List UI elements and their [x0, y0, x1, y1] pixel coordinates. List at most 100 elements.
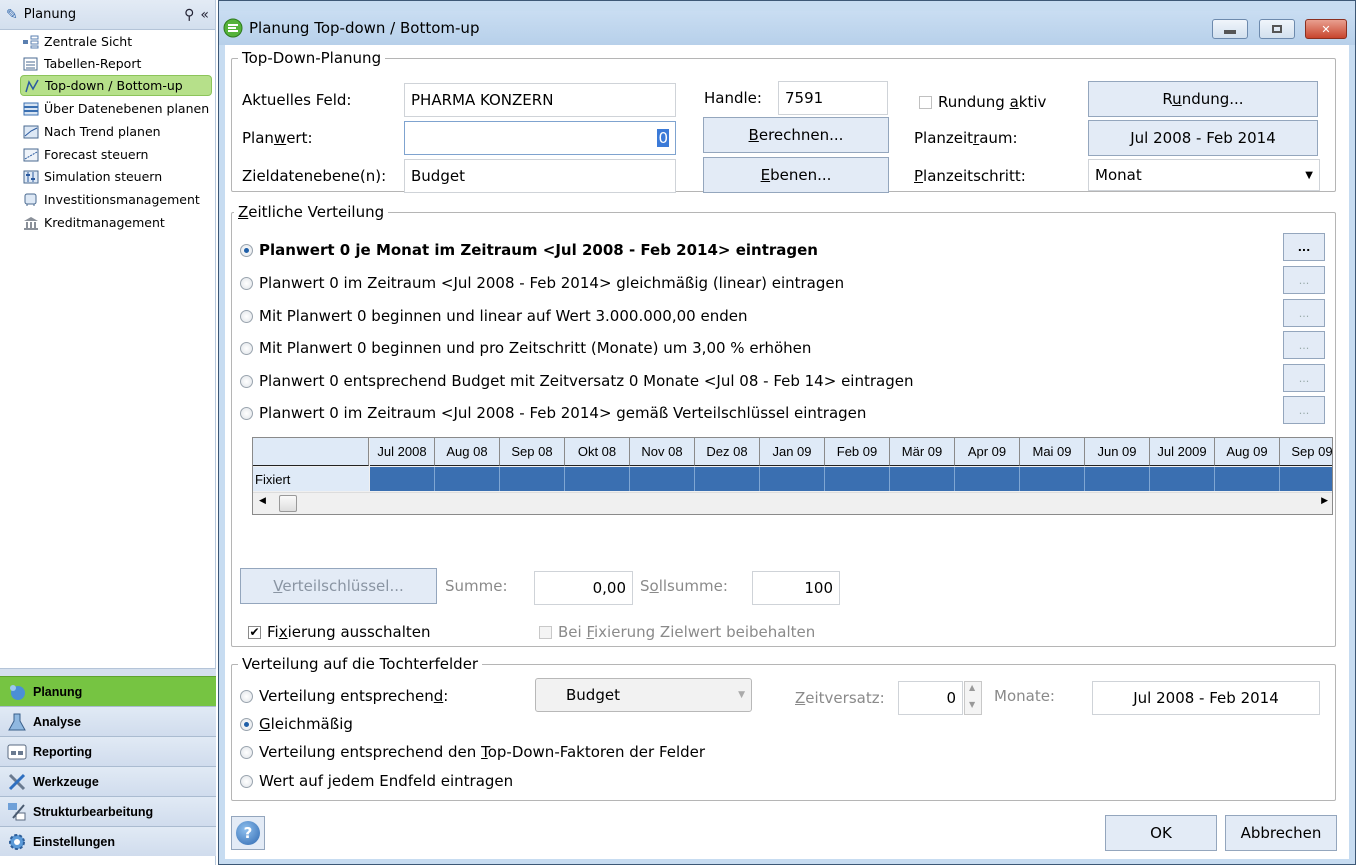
grid-cell-fixiert[interactable]	[1280, 467, 1332, 491]
planzeitschritt-select[interactable]: Monat ▼	[1088, 159, 1320, 191]
report-icon	[6, 741, 28, 763]
zieldatenebene-field[interactable]: Budget	[404, 159, 676, 193]
nav-label: Einstellungen	[33, 834, 115, 849]
grid-cell-fixiert[interactable]	[1020, 467, 1085, 491]
minimize-icon	[1224, 30, 1236, 34]
flask-icon	[6, 711, 28, 733]
zeitversatz-field[interactable]: 0	[898, 681, 963, 715]
ebenen-button[interactable]: Ebenen...	[703, 157, 889, 193]
planzeitraum-button[interactable]: Jul 2008 - Feb 2014	[1088, 120, 1318, 156]
option-label: Gleichmäßig	[259, 715, 353, 733]
fixierung-ausschalten-checkbox[interactable]: ✔ Fixierung ausschalten	[248, 623, 431, 641]
table-report-icon	[23, 57, 39, 71]
help-button[interactable]: ?	[231, 816, 265, 850]
grid-cell-fixiert[interactable]	[955, 467, 1020, 491]
sidebar-item-zentrale-sicht[interactable]: Zentrale Sicht	[20, 31, 212, 52]
checkbox-icon	[919, 95, 932, 109]
spin-down-icon[interactable]: ▼	[969, 700, 975, 709]
search-icon[interactable]: ⚲	[184, 7, 194, 23]
zeit-option-5[interactable]: Planwert 0 im Zeitraum <Jul 2008 - Feb 2…	[240, 404, 866, 422]
sidebar-item-forecast[interactable]: Forecast steuern	[20, 144, 212, 165]
nav-reporting[interactable]: Reporting	[0, 736, 216, 766]
sidebar-item-top-down[interactable]: Top-down / Bottom-up	[20, 75, 212, 96]
grid-column-header: Jul 2009	[1150, 438, 1215, 466]
sidebar-item-label: Über Datenebenen planen	[44, 101, 210, 116]
grid-cell-fixiert[interactable]	[825, 467, 890, 491]
grid-cell-fixiert[interactable]	[1215, 467, 1280, 491]
grid-cell-fixiert[interactable]	[1085, 467, 1150, 491]
title-bar[interactable]: Planung Top-down / Bottom-up ✕	[219, 11, 1355, 45]
tochter-option-0[interactable]: Verteilung entsprechend:	[240, 687, 448, 705]
grid-column-header: Aug 09	[1215, 438, 1280, 466]
grid-row-label: Fixiert	[253, 467, 369, 491]
berechnen-button[interactable]: Berechnen...	[703, 117, 889, 153]
zeit-option-4[interactable]: Planwert 0 entsprechend Budget mit Zeitv…	[240, 372, 913, 390]
maximize-button[interactable]	[1259, 19, 1295, 39]
scroll-right-icon[interactable]: ▶	[1321, 496, 1328, 506]
radio-selected-icon	[240, 243, 253, 257]
grid-cell-fixiert[interactable]	[630, 467, 695, 491]
top-down-icon	[24, 79, 40, 93]
spin-up-icon[interactable]: ▲	[969, 683, 975, 692]
aktuelles-feld-field[interactable]: PHARMA KONZERN	[404, 83, 676, 117]
summe-field[interactable]: 0,00	[534, 571, 633, 605]
help-icon: ?	[236, 821, 260, 845]
sidebar-item-investition[interactable]: Investitionsmanagement	[20, 189, 212, 210]
handle-field[interactable]: 7591	[778, 81, 888, 115]
radio-icon	[240, 406, 253, 420]
collapse-icon[interactable]: «	[200, 7, 209, 23]
planwert-field[interactable]: 0	[404, 121, 676, 155]
grid-cell-fixiert[interactable]	[695, 467, 760, 491]
tochter-option-2[interactable]: Verteilung entsprechend den Top-Down-Fak…	[240, 743, 705, 761]
option-5-settings-button[interactable]: ...	[1283, 396, 1325, 424]
grid-column-header: Mai 09	[1020, 438, 1085, 466]
grid-cell-fixiert[interactable]	[435, 467, 500, 491]
grid-cell-fixiert[interactable]	[500, 467, 565, 491]
monate-range-field[interactable]: Jul 2008 - Feb 2014	[1092, 681, 1320, 715]
minimize-button[interactable]	[1212, 19, 1248, 39]
sollsumme-field[interactable]: 100	[752, 571, 840, 605]
tochter-option-1[interactable]: Gleichmäßig	[240, 715, 353, 733]
grid-cell-fixiert[interactable]	[1150, 467, 1215, 491]
nav-planung[interactable]: Planung	[0, 676, 216, 706]
nav-werkzeuge[interactable]: Werkzeuge	[0, 766, 216, 796]
option-0-settings-button[interactable]: ...	[1283, 233, 1325, 261]
sidebar-item-simulation[interactable]: Simulation steuern	[20, 166, 212, 187]
scroll-thumb[interactable]	[279, 495, 297, 512]
sidebar: ✎ Planung ⚲ « Zentrale Sicht Tabellen-Re…	[0, 0, 216, 865]
verteilung-dropdown[interactable]: Budget ▼	[535, 678, 752, 712]
grid-cell-fixiert[interactable]	[565, 467, 630, 491]
sidebar-item-trend[interactable]: Nach Trend planen	[20, 121, 212, 142]
tochter-option-3[interactable]: Wert auf jedem Endfeld eintragen	[240, 772, 513, 790]
verteilschluessel-button[interactable]: Verteilschlüssel...	[240, 568, 437, 604]
nav-strukturbearbeitung[interactable]: Strukturbearbeitung	[0, 796, 216, 826]
close-button[interactable]: ✕	[1305, 19, 1347, 39]
option-2-settings-button[interactable]: ...	[1283, 299, 1325, 327]
ok-button[interactable]: OK	[1105, 815, 1217, 851]
zeit-option-0[interactable]: Planwert 0 je Monat im Zeitraum <Jul 200…	[240, 241, 818, 259]
cancel-button[interactable]: Abbrechen	[1225, 815, 1337, 851]
radio-icon	[240, 341, 253, 355]
zeitversatz-spinner[interactable]: ▲ ▼	[964, 681, 982, 715]
option-4-settings-button[interactable]: ...	[1283, 364, 1325, 392]
zielwert-beibehalten-checkbox[interactable]: Bei Fixierung Zielwert beibehalten	[539, 623, 815, 641]
zeit-option-2[interactable]: Mit Planwert 0 beginnen und linear auf W…	[240, 307, 747, 325]
rundung-button[interactable]: Rundung...	[1088, 81, 1318, 117]
rundung-aktiv-checkbox[interactable]: Rundung aktiv	[919, 93, 1046, 111]
sidebar-item-tabellen-report[interactable]: Tabellen-Report	[20, 53, 212, 74]
option-1-settings-button[interactable]: ...	[1283, 266, 1325, 294]
zeit-option-3[interactable]: Mit Planwert 0 beginnen und pro Zeitschr…	[240, 339, 811, 357]
grid-cell-fixiert[interactable]	[760, 467, 825, 491]
option-3-settings-button[interactable]: ...	[1283, 331, 1325, 359]
sidebar-item-kredit[interactable]: Kreditmanagement	[20, 212, 212, 233]
nav-einstellungen[interactable]: Einstellungen	[0, 826, 216, 856]
scroll-left-icon[interactable]: ◀	[259, 496, 266, 506]
sidebar-item-label: Top-down / Bottom-up	[45, 78, 183, 93]
nav-splitter[interactable]	[0, 668, 216, 676]
zeit-option-1[interactable]: Planwert 0 im Zeitraum <Jul 2008 - Feb 2…	[240, 274, 844, 292]
nav-analyse[interactable]: Analyse	[0, 706, 216, 736]
grid-cell-fixiert[interactable]	[890, 467, 955, 491]
grid-cell-fixiert[interactable]	[370, 467, 435, 491]
grid-scrollbar[interactable]: ◀ ▶	[253, 492, 1332, 514]
sidebar-item-datenebenen[interactable]: Über Datenebenen planen	[20, 98, 212, 119]
